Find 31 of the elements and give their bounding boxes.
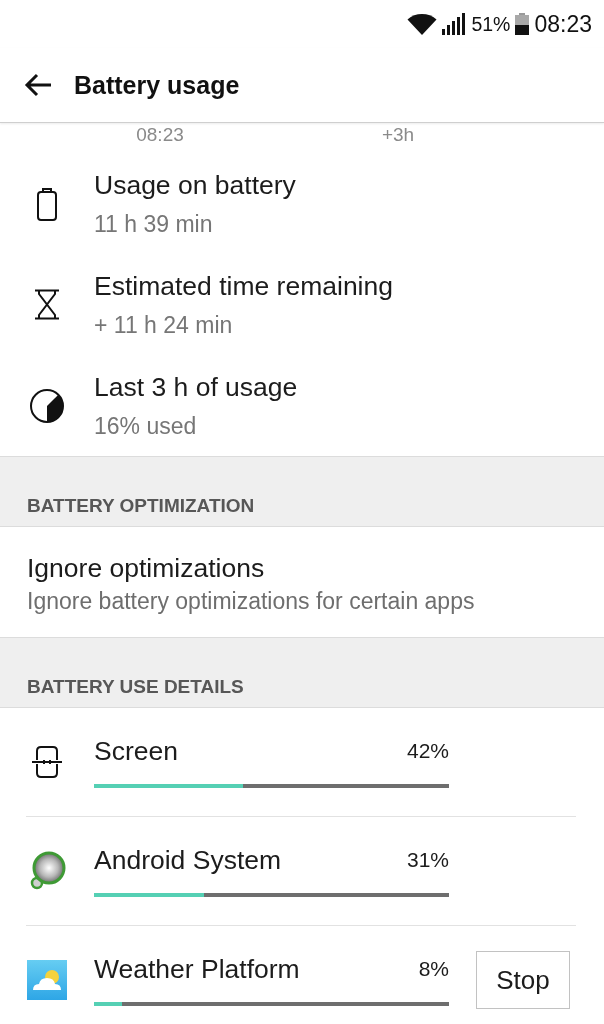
stop-button[interactable]: Stop: [476, 951, 570, 1009]
cloud-sun-icon: [27, 960, 67, 1000]
usage-percent: 42%: [406, 737, 449, 764]
summary-title: Last 3 h of usage: [94, 371, 298, 402]
wifi-icon: [407, 13, 438, 35]
signal-icon: [442, 13, 467, 35]
usage-percent: 31%: [406, 846, 449, 873]
hourglass-icon: [34, 289, 60, 320]
summary-value: + 11 h 24 min: [94, 310, 233, 339]
app-name[interactable]: Android System: [94, 845, 282, 874]
battery-icon: [515, 13, 530, 35]
setting-description: Ignore battery optimizations for certain apps: [27, 587, 475, 615]
battery-percent: 51%: [471, 12, 511, 36]
app-name[interactable]: Screen: [94, 736, 178, 765]
pie-chart-icon: [29, 387, 65, 424]
summary-title: Estimated time remaining: [94, 270, 393, 301]
section-header: BATTERY USE DETAILS: [27, 675, 244, 699]
chart-axis-label: 08:23: [136, 123, 184, 147]
clock-time: 08:23: [534, 10, 592, 38]
summary-value: 11 h 39 min: [94, 209, 213, 238]
usage-percent: 8%: [418, 955, 449, 982]
summary-value: 16% used: [94, 411, 197, 440]
disc-icon: [28, 850, 66, 892]
summary-title: Usage on battery: [94, 169, 296, 200]
page-title: Battery usage: [74, 70, 240, 100]
screen-icon: [31, 744, 63, 780]
chart-axis-label: +3h: [381, 123, 415, 147]
app-name[interactable]: Weather Platform: [94, 954, 300, 983]
section-header: BATTERY OPTIMIZATION: [27, 494, 255, 518]
setting-title[interactable]: Ignore optimizations: [27, 553, 265, 583]
battery-icon: [36, 186, 58, 221]
